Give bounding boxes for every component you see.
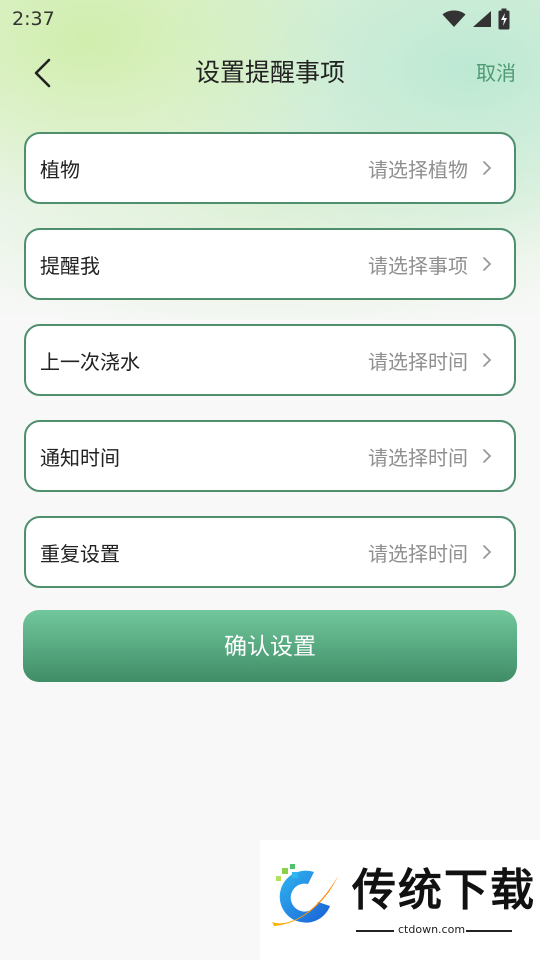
row-value-group: 请选择时间	[368, 346, 492, 375]
chevron-right-icon	[483, 353, 491, 367]
row-label: 上一次浇水	[40, 349, 140, 374]
row-value-group: 请选择植物	[368, 154, 492, 183]
row-value: 请选择事项	[368, 253, 468, 278]
wifi-icon	[442, 10, 466, 27]
row-value-group: 请选择事项	[368, 250, 492, 279]
row-label: 通知时间	[40, 445, 120, 470]
row-value: 请选择植物	[368, 157, 468, 182]
form-row-remind-me[interactable]: 提醒我 请选择事项	[24, 228, 516, 300]
row-value: 请选择时间	[368, 445, 468, 470]
form-row-last-watering[interactable]: 上一次浇水 请选择时间	[24, 324, 516, 396]
row-value: 请选择时间	[368, 541, 468, 566]
watermark-divider	[466, 930, 512, 932]
form-row-repeat[interactable]: 重复设置 请选择时间	[24, 516, 516, 588]
form-row-plant[interactable]: 植物 请选择植物	[24, 132, 516, 204]
status-time: 2:37	[12, 8, 55, 30]
chevron-right-icon	[483, 161, 491, 175]
site-logo-icon	[272, 864, 338, 926]
form-row-notify-time[interactable]: 通知时间 请选择时间	[24, 420, 516, 492]
cellular-signal-icon	[473, 11, 491, 27]
watermark-divider	[356, 930, 394, 932]
status-bar: 2:37	[0, 0, 540, 38]
cancel-button[interactable]: 取消	[476, 54, 516, 92]
battery-charging-icon	[498, 8, 510, 30]
watermark-site-name: 传统下载	[352, 865, 536, 916]
row-label: 植物	[40, 157, 80, 182]
watermark: 传统下载 ctdown.com	[260, 840, 540, 960]
chevron-right-icon	[483, 257, 491, 271]
header: 设置提醒事项 取消	[0, 46, 540, 100]
row-value-group: 请选择时间	[368, 442, 492, 471]
row-label: 重复设置	[40, 541, 120, 566]
row-value: 请选择时间	[368, 349, 468, 374]
chevron-right-icon	[483, 449, 491, 463]
page-title: 设置提醒事项	[194, 58, 345, 87]
chevron-right-icon	[483, 545, 491, 559]
watermark-domain: ctdown.com	[398, 923, 466, 936]
row-value-group: 请选择时间	[368, 538, 492, 567]
confirm-button[interactable]: 确认设置	[23, 610, 517, 682]
status-icons	[442, 8, 510, 30]
reminder-form: 植物 请选择植物 提醒我 请选择事项 上一次浇水 请选择时间 通知时间 请选择时…	[24, 132, 516, 612]
row-label: 提醒我	[40, 253, 100, 278]
